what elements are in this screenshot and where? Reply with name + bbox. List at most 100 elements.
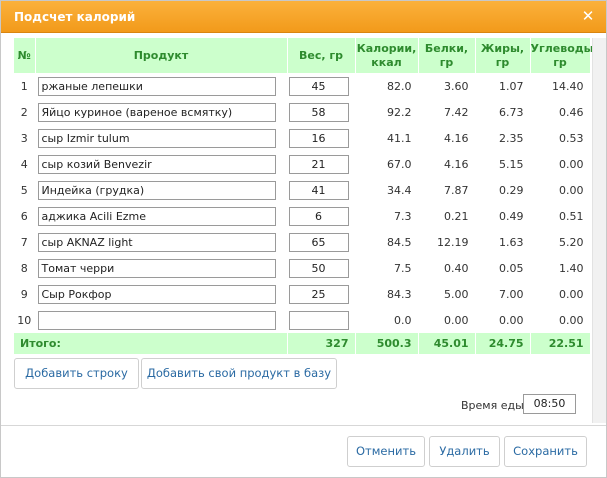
fat-cell: 7.00	[475, 281, 531, 307]
calories-cell: 7.3	[355, 203, 419, 229]
add-row-button[interactable]: Добавить строку	[14, 358, 139, 389]
dialog-content: № Продукт Вес, гр Калории, ккал Белки, г…	[14, 38, 598, 355]
total-carbs: 22.51	[530, 333, 591, 354]
table-row: 4 сыр козий Benvezir 21 67.0 4.16 5.15 0…	[14, 151, 591, 177]
weight-input[interactable]	[288, 310, 349, 330]
protein-cell: 5.00	[418, 281, 476, 307]
fat-cell: 6.73	[475, 99, 531, 125]
col-header-number: №	[14, 38, 36, 73]
protein-cell: 0.21	[418, 203, 476, 229]
calories-cell: 67.0	[355, 151, 419, 177]
calories-cell: 92.2	[355, 99, 419, 125]
product-input[interactable]: сыр козий Benvezir	[37, 154, 276, 174]
table-header-row: № Продукт Вес, гр Калории, ккал Белки, г…	[14, 38, 598, 73]
carbs-cell: 0.46	[530, 99, 591, 125]
product-input[interactable]: Индейка (грудка)	[37, 180, 276, 200]
table-row: 3 сыр Izmir tulum 16 41.1 4.16 2.35 0.53	[14, 125, 591, 151]
product-input[interactable]: Яйцо куриное (вареное всмятку)	[37, 102, 276, 122]
carbs-cell: 0.53	[530, 125, 591, 151]
table-row: 6 аджика Acili Ezme 6 7.3 0.21 0.49 0.51	[14, 203, 591, 229]
col-header-calories: Калории, ккал	[355, 38, 419, 73]
product-input[interactable]: сыр Izmir tulum	[37, 128, 276, 148]
fat-cell: 0.00	[475, 307, 531, 333]
total-row: Итого: 327 500.3 45.01 24.75 22.51	[14, 333, 591, 354]
dialog-title: Подсчет калорий	[14, 10, 136, 24]
calories-cell: 34.4	[355, 177, 419, 203]
weight-input[interactable]: 58	[288, 102, 349, 122]
weight-input[interactable]: 25	[288, 284, 349, 304]
product-input[interactable]: сыр AKNAZ light	[37, 232, 276, 252]
weight-input[interactable]: 50	[288, 258, 349, 278]
footer-divider	[1, 425, 606, 426]
calories-cell: 84.3	[355, 281, 419, 307]
calories-cell: 41.1	[355, 125, 419, 151]
table-row: 9 Сыр Рокфор 25 84.3 5.00 7.00 0.00	[14, 281, 591, 307]
fat-cell: 0.49	[475, 203, 531, 229]
protein-cell: 0.00	[418, 307, 476, 333]
table-row: 7 сыр AKNAZ light 65 84.5 12.19 1.63 5.2…	[14, 229, 591, 255]
fat-cell: 2.35	[475, 125, 531, 151]
product-input[interactable]: Томат черри	[37, 258, 276, 278]
total-fat: 24.75	[475, 333, 531, 354]
weight-input[interactable]: 6	[288, 206, 349, 226]
carbs-cell: 14.40	[530, 73, 591, 99]
close-icon[interactable]: ✕	[579, 7, 597, 25]
delete-button[interactable]: Удалить	[429, 436, 500, 467]
calories-cell: 82.0	[355, 73, 419, 99]
protein-cell: 7.42	[418, 99, 476, 125]
carbs-cell: 0.51	[530, 203, 591, 229]
row-number: 5	[14, 177, 36, 203]
weight-input[interactable]: 21	[288, 154, 349, 174]
row-number: 6	[14, 203, 36, 229]
fat-cell: 0.05	[475, 255, 531, 281]
protein-cell: 7.87	[418, 177, 476, 203]
col-header-fat: Жиры, гр	[475, 38, 531, 73]
calories-cell: 7.5	[355, 255, 419, 281]
table-row: 8 Томат черри 50 7.5 0.40 0.05 1.40	[14, 255, 591, 281]
weight-input[interactable]: 16	[288, 128, 349, 148]
carbs-cell: 0.00	[530, 151, 591, 177]
table-row: 10 0.0 0.00 0.00 0.00	[14, 307, 591, 333]
meal-time-label: Время еды:	[461, 399, 528, 412]
total-weight: 327	[287, 333, 356, 354]
calorie-table: № Продукт Вес, гр Калории, ккал Белки, г…	[14, 38, 598, 354]
weight-input[interactable]: 65	[288, 232, 349, 252]
col-header-product: Продукт	[35, 38, 288, 73]
add-own-product-button[interactable]: Добавить свой продукт в базу	[141, 358, 337, 389]
protein-cell: 4.16	[418, 125, 476, 151]
table-row: 1 ржаные лепешки 45 82.0 3.60 1.07 14.40	[14, 73, 591, 99]
fat-cell: 5.15	[475, 151, 531, 177]
product-input[interactable]: Сыр Рокфор	[37, 284, 276, 304]
product-input[interactable]: ржаные лепешки	[37, 76, 276, 96]
fat-cell: 0.29	[475, 177, 531, 203]
protein-cell: 12.19	[418, 229, 476, 255]
cancel-button[interactable]: Отменить	[347, 436, 425, 467]
row-number: 4	[14, 151, 36, 177]
row-number: 10	[14, 307, 36, 333]
dialog-titlebar[interactable]: Подсчет калорий ✕	[1, 1, 606, 33]
row-number: 1	[14, 73, 36, 99]
fat-cell: 1.63	[475, 229, 531, 255]
protein-cell: 0.40	[418, 255, 476, 281]
row-number: 3	[14, 125, 36, 151]
col-header-carbs: Углеводы, гр	[530, 38, 598, 73]
row-number: 2	[14, 99, 36, 125]
save-button[interactable]: Сохранить	[504, 436, 587, 467]
carbs-cell: 0.00	[530, 177, 591, 203]
calorie-dialog: Подсчет калорий ✕ № Продукт Вес, гр Кало…	[0, 0, 607, 478]
fat-cell: 1.07	[475, 73, 531, 99]
calories-cell: 84.5	[355, 229, 419, 255]
total-calories: 500.3	[355, 333, 419, 354]
meal-time-input[interactable]: 08:50	[523, 394, 576, 414]
protein-cell: 4.16	[418, 151, 476, 177]
product-input[interactable]	[37, 310, 276, 330]
row-number: 7	[14, 229, 36, 255]
col-header-weight: Вес, гр	[287, 38, 356, 73]
product-input[interactable]: аджика Acili Ezme	[37, 206, 276, 226]
carbs-cell: 5.20	[530, 229, 591, 255]
vertical-scrollbar[interactable]	[592, 38, 606, 423]
row-number: 9	[14, 281, 36, 307]
weight-input[interactable]: 45	[288, 76, 349, 96]
weight-input[interactable]: 41	[288, 180, 349, 200]
total-protein: 45.01	[418, 333, 476, 354]
